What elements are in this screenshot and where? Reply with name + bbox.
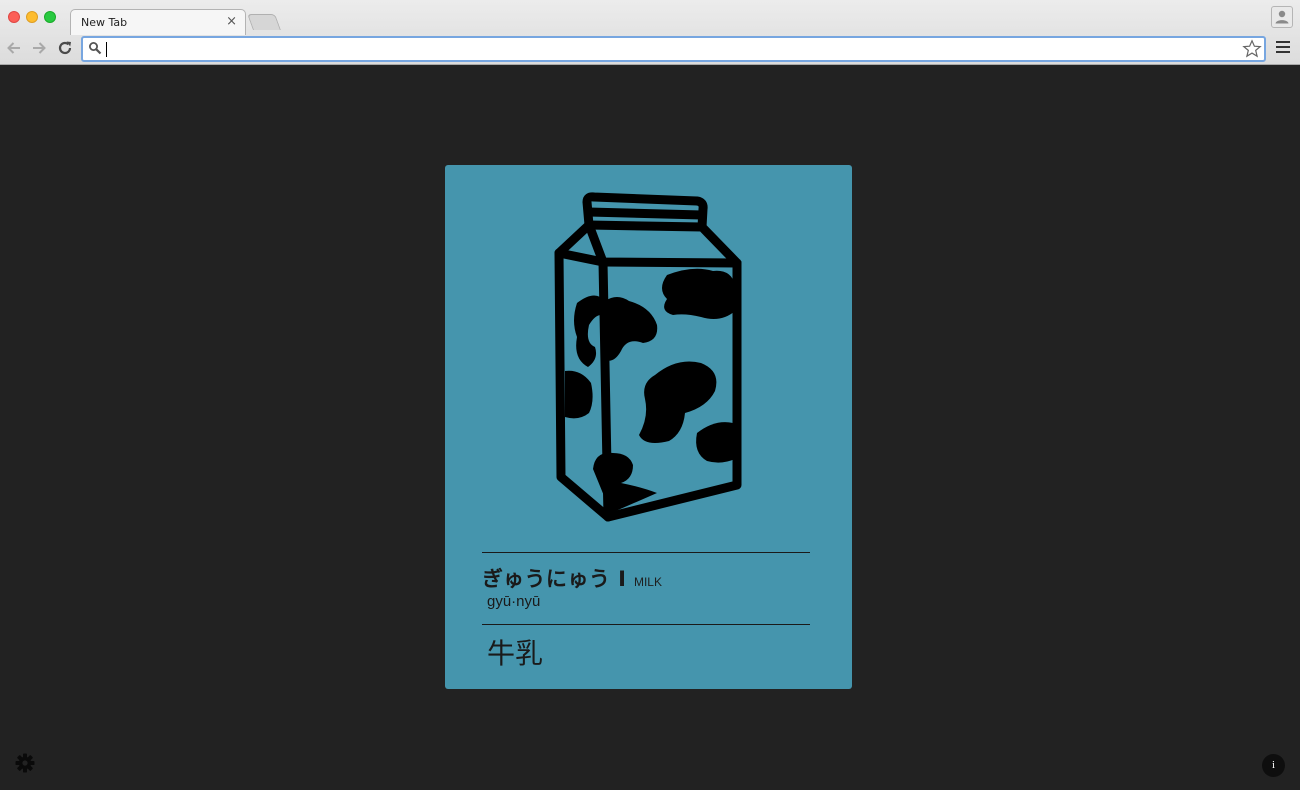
search-icon [89, 42, 102, 55]
flashcard: ぎゅうにゅう I MILK gyū·nyū 牛乳 [445, 165, 852, 689]
address-bar[interactable] [81, 36, 1266, 62]
text-caret [106, 42, 107, 57]
tab-new-tab[interactable]: New Tab × [70, 9, 246, 35]
back-button[interactable] [4, 39, 24, 59]
kanji-word: 牛乳 [487, 637, 544, 670]
romaji-reading: gyū·nyū [487, 593, 541, 610]
browser-chrome: New Tab × [0, 0, 1300, 65]
window-close-button[interactable] [8, 11, 20, 23]
person-icon [1275, 10, 1289, 24]
window-minimize-button[interactable] [26, 11, 38, 23]
window-maximize-button[interactable] [44, 11, 56, 23]
word-heading: ぎゅうにゅう I MILK [482, 563, 662, 593]
english-meaning: MILK [633, 575, 662, 589]
info-button[interactable]: i [1262, 754, 1285, 777]
divider-bottom [482, 624, 810, 625]
new-tab-button[interactable] [247, 14, 281, 30]
tab-close-icon[interactable]: × [226, 14, 237, 30]
kana-reading: ぎゅうにゅう I [482, 567, 627, 591]
reload-icon [58, 41, 72, 55]
reload-button[interactable] [55, 39, 75, 59]
address-input[interactable] [105, 39, 1225, 59]
forward-arrow-icon [33, 42, 46, 54]
profile-button[interactable] [1271, 6, 1293, 28]
forward-button[interactable] [29, 39, 49, 59]
hamburger-menu-icon[interactable] [1276, 41, 1290, 56]
divider-top [482, 552, 810, 553]
back-arrow-icon [7, 42, 20, 54]
tab-title: New Tab [81, 16, 128, 29]
star-icon[interactable] [1242, 39, 1262, 59]
milk-carton-icon [554, 192, 742, 522]
gear-icon[interactable] [14, 752, 36, 774]
